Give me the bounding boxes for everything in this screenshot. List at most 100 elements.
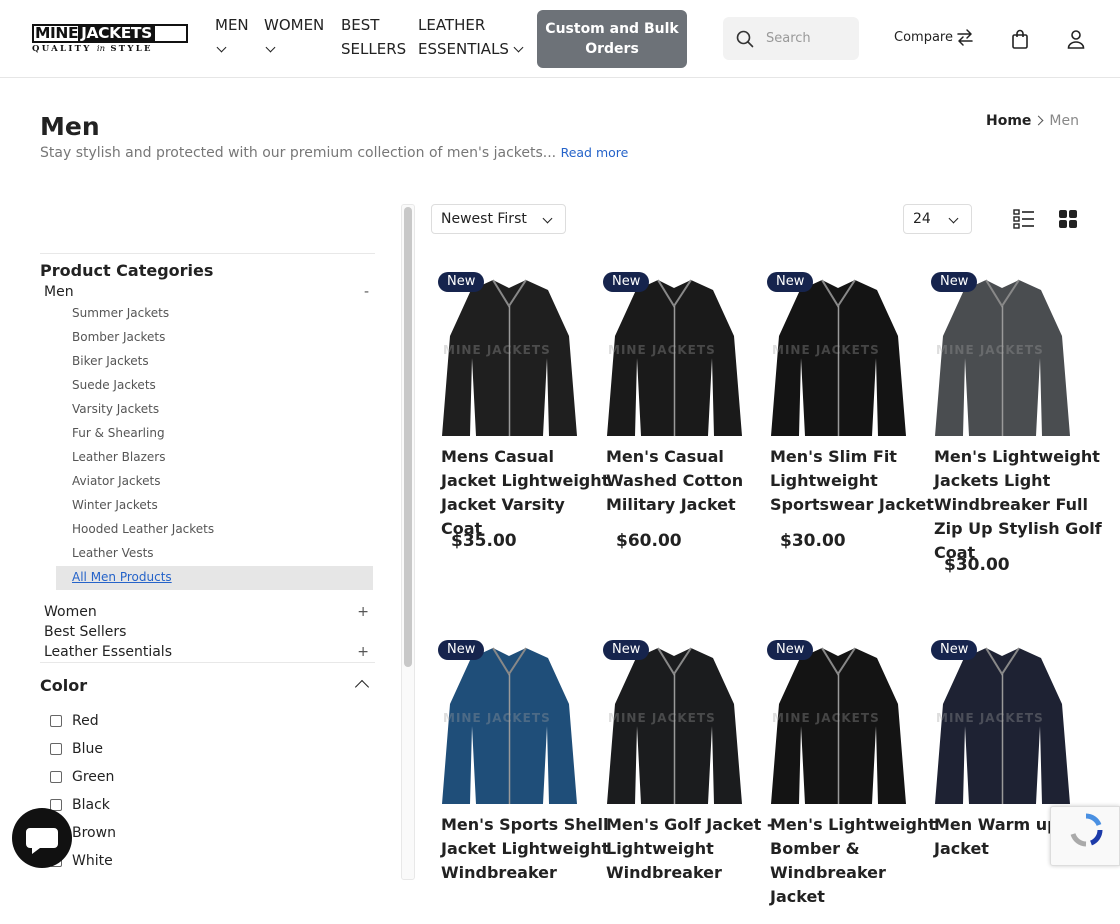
new-badge: New — [603, 272, 650, 292]
product-name[interactable]: Men's Sports Shell Jacket Lightweight Wi… — [441, 813, 611, 885]
collapse-icon[interactable]: - — [364, 284, 369, 300]
chat-bubble-icon — [26, 828, 58, 854]
search-box[interactable] — [723, 17, 859, 60]
search-icon — [736, 30, 754, 48]
new-badge: New — [603, 640, 650, 660]
product-image[interactable]: MINE JACKETS New — [924, 634, 1081, 804]
expand-icon[interactable]: + — [357, 604, 369, 620]
product-name[interactable]: Men's Golf Jacket - Lightweight Windbrea… — [606, 813, 776, 885]
nav-best-sellers[interactable]: BEST SELLERS — [341, 13, 411, 61]
checkbox[interactable] — [50, 743, 62, 755]
compare-link[interactable]: Compare — [894, 29, 973, 46]
subcategory-item[interactable]: Hooded Leather Jackets — [72, 522, 214, 536]
chevron-down-icon — [542, 213, 553, 224]
chevron-right-icon — [1033, 115, 1044, 126]
read-more-link[interactable]: Read more — [561, 145, 629, 160]
subcategory-all-men-products[interactable]: All Men Products — [56, 566, 373, 590]
product-card[interactable]: MINE JACKETS New Men's Slim Fit Lightweigh… — [760, 266, 934, 556]
breadcrumb-current: Men — [1049, 113, 1079, 129]
product-categories-heading: Product Categories — [40, 261, 214, 280]
product-name[interactable]: Men's Casual Washed Cotton Military Jack… — [606, 445, 776, 517]
compare-arrows-icon — [957, 29, 973, 46]
chevron-up-icon[interactable] — [354, 679, 370, 695]
watermark: MINE JACKETS — [772, 343, 880, 357]
product-card[interactable]: MINE JACKETS New Men's Lightweight Jackets… — [924, 266, 1102, 575]
list-view-icon[interactable] — [1013, 208, 1035, 230]
watermark: MINE JACKETS — [936, 711, 1044, 725]
scrollbar-thumb[interactable] — [404, 207, 412, 667]
grid-view-icon[interactable] — [1058, 209, 1078, 229]
nav-leather-essentials[interactable]: LEATHER ESSENTIALS — [418, 13, 526, 61]
product-card[interactable]: MINE JACKETS New Men's Sports Shell Jacket… — [431, 634, 609, 924]
product-card[interactable]: MINE JACKETS New Mens Casual Jacket Lightw… — [431, 266, 609, 556]
product-price: $30.00 — [780, 531, 846, 551]
chevron-down-icon — [513, 42, 524, 53]
nav-women[interactable]: WOMEN — [264, 13, 324, 61]
new-badge: New — [931, 272, 978, 292]
watermark: MINE JACKETS — [936, 343, 1044, 357]
watermark: MINE JACKETS — [772, 711, 880, 725]
product-name[interactable]: Men's Lightweight Jackets Light Windbrea… — [934, 445, 1104, 565]
subcategory-item[interactable]: Bomber Jackets — [72, 330, 165, 344]
subcategory-item[interactable]: Leather Blazers — [72, 450, 165, 464]
color-filter-heading[interactable]: Color — [40, 676, 87, 695]
watermark: MINE JACKETS — [443, 343, 551, 357]
divider — [40, 662, 375, 663]
product-image[interactable]: MINE JACKETS New — [924, 266, 1081, 436]
product-image[interactable]: MINE JACKETS New — [596, 266, 753, 436]
checkbox[interactable] — [50, 771, 62, 783]
sidebar-scrollbar[interactable] — [401, 204, 415, 880]
breadcrumb-home[interactable]: Home — [986, 113, 1031, 129]
product-image[interactable]: MINE JACKETS New — [431, 634, 588, 804]
user-account-icon[interactable] — [1066, 29, 1086, 49]
divider — [40, 253, 375, 254]
subcategory-item[interactable]: Suede Jackets — [72, 378, 156, 392]
product-card[interactable]: MINE JACKETS New Men Warm up Jacket — [924, 634, 1081, 924]
nav-men[interactable]: MEN — [215, 13, 249, 61]
chat-widget-button[interactable] — [12, 808, 72, 868]
custom-bulk-orders-button[interactable]: Custom and Bulk Orders — [537, 10, 687, 68]
product-card[interactable]: MINE JACKETS New Men's Lightweight Bomber … — [760, 634, 936, 924]
watermark: MINE JACKETS — [443, 711, 551, 725]
product-price: $60.00 — [616, 531, 682, 551]
breadcrumb: Home Men — [986, 113, 1079, 129]
subcategory-item[interactable]: Aviator Jackets — [72, 474, 160, 488]
new-badge: New — [438, 272, 485, 292]
site-header: MINE JACKETS QUALITY in STYLE MEN WOMEN B… — [0, 0, 1120, 78]
product-image[interactable]: MINE JACKETS New — [760, 634, 917, 804]
category-best-sellers[interactable]: Best Sellers — [44, 624, 374, 640]
product-name[interactable]: Men's Slim Fit Lightweight Sportswear Ja… — [770, 445, 940, 517]
filter-sidebar: Product Categories Men - Summer Jackets B… — [40, 204, 375, 880]
recaptcha-badge[interactable] — [1050, 806, 1120, 866]
product-image[interactable]: MINE JACKETS New — [431, 266, 588, 436]
category-women[interactable]: Women + — [44, 604, 374, 620]
product-name[interactable]: Men's Lightweight Bomber & Windbreaker J… — [770, 813, 940, 909]
page-title: Men — [40, 112, 100, 141]
category-men[interactable]: Men - — [44, 284, 374, 300]
product-image[interactable]: MINE JACKETS New — [760, 266, 917, 436]
expand-icon[interactable]: + — [357, 644, 369, 660]
product-card[interactable]: MINE JACKETS New Men's Casual Washed Cotto… — [596, 266, 753, 556]
subcategory-item[interactable]: Summer Jackets — [72, 306, 169, 320]
product-name[interactable]: Mens Casual Jacket Lightweight Jacket Va… — [441, 445, 611, 541]
subcategory-item[interactable]: Leather Vests — [72, 546, 154, 560]
subcategory-item[interactable]: Fur & Shearling — [72, 426, 165, 440]
watermark: MINE JACKETS — [608, 343, 716, 357]
new-badge: New — [438, 640, 485, 660]
chevron-down-icon — [948, 213, 959, 224]
chevron-down-icon — [265, 42, 276, 53]
product-image[interactable]: MINE JACKETS New — [596, 634, 753, 804]
sort-select[interactable]: Newest First — [431, 204, 566, 234]
shopping-bag-icon[interactable] — [1011, 29, 1029, 49]
checkbox[interactable] — [50, 715, 62, 727]
search-input[interactable] — [766, 28, 852, 48]
site-logo[interactable]: MINE JACKETS QUALITY in STYLE — [32, 24, 188, 54]
chevron-down-icon — [216, 42, 227, 53]
product-card[interactable]: MINE JACKETS New Men's Golf Jacket - Light… — [596, 634, 773, 924]
new-badge: New — [767, 640, 814, 660]
per-page-select[interactable]: 24 — [903, 204, 972, 234]
category-leather-essentials[interactable]: Leather Essentials + — [44, 644, 374, 660]
subcategory-item[interactable]: Varsity Jackets — [72, 402, 159, 416]
subcategory-item[interactable]: Biker Jackets — [72, 354, 149, 368]
subcategory-item[interactable]: Winter Jackets — [72, 498, 158, 512]
